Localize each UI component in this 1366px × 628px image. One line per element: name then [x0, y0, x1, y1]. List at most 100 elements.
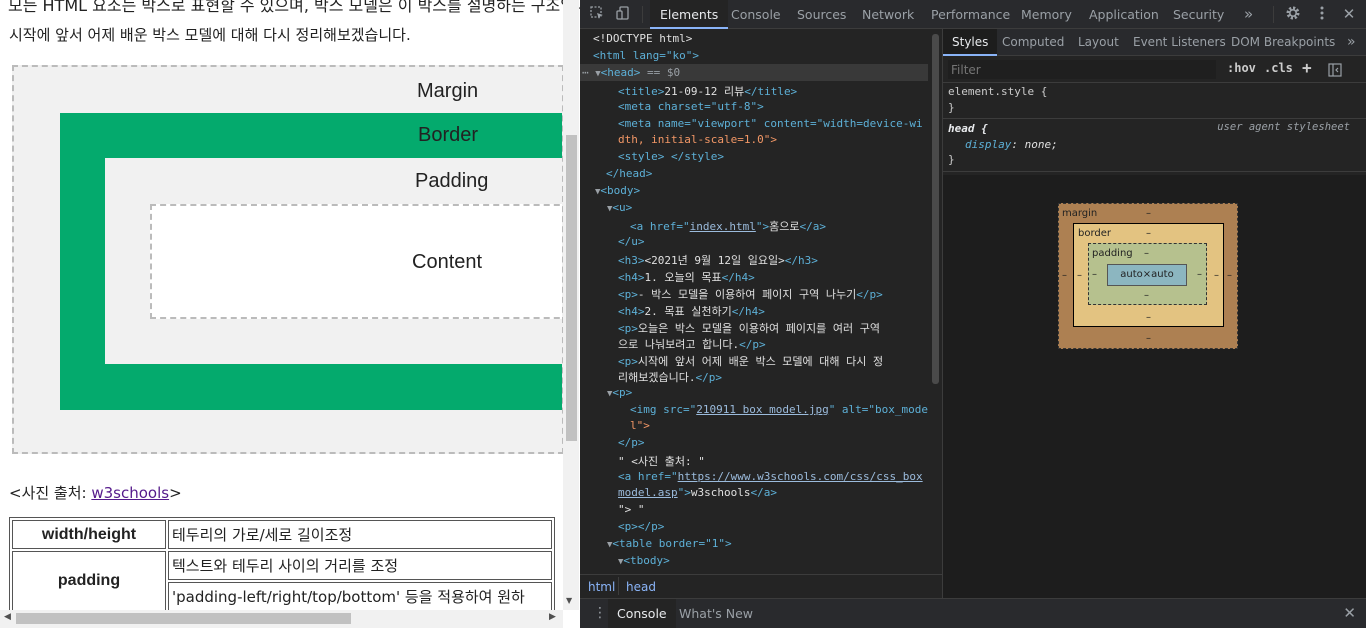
dom-node-p-2-cont: 으로 나눠보려고 합니다.</p>	[618, 338, 766, 351]
kebab-menu-icon[interactable]	[1313, 5, 1331, 23]
horizontal-scroll-thumb[interactable]	[16, 613, 351, 624]
elements-dom-tree: <!DOCTYPE html> <html lang="ko"> ⋯ ▼<hea…	[580, 29, 942, 574]
tab-application[interactable]: Application	[1089, 0, 1159, 29]
dom-node-head-close: </head>	[606, 167, 653, 180]
close-drawer-icon[interactable]: ✕	[1343, 604, 1356, 622]
more-tabs-icon[interactable]: »	[1244, 0, 1253, 29]
tab-layout[interactable]: Layout	[1078, 29, 1119, 56]
dom-node-head[interactable]: ⋯ ▼<head> == $0	[582, 66, 680, 79]
dom-node-meta-charset[interactable]: <meta charset="utf-8">	[618, 100, 764, 113]
box-model-padding-area: Padding Content	[105, 158, 562, 364]
tab-network[interactable]: Network	[862, 0, 914, 29]
dom-node-empty-p[interactable]: <p></p>	[618, 520, 664, 533]
tab-event-listeners[interactable]: Event Listeners	[1133, 29, 1226, 56]
dom-node-u-close: </u>	[618, 235, 645, 248]
console-drawer: ⋮ Console What's New ✕	[580, 598, 1366, 628]
w3schools-link[interactable]: w3schools	[91, 484, 169, 502]
dom-node-a-w3schools-cont: model.asp">w3schools</a>	[618, 486, 777, 499]
border-label: border	[1078, 228, 1112, 239]
tab-elements[interactable]: Elements	[650, 0, 729, 29]
dom-node-p-3[interactable]: <p>시작에 앞서 어제 배운 박스 모델에 대해 다시 정	[618, 353, 883, 369]
web-page-viewport: 모든 HTML 요소는 박스로 표현할 수 있으며, 박스 모델은 이 박스를 …	[0, 0, 580, 628]
display-declaration[interactable]: display: none;	[965, 138, 1058, 151]
gear-icon[interactable]	[1284, 5, 1302, 23]
dom-node-h3[interactable]: <h3><2021년 9월 12일 일요일></h3>	[618, 252, 818, 268]
table-cell: 'padding-left/right/top/bottom' 등을 적용하여 …	[168, 582, 552, 611]
dom-node-title[interactable]: <title>21-09-12 리뷰</title>	[618, 83, 797, 99]
dom-node-h4-1[interactable]: <h4>1. 오늘의 목표</h4>	[618, 269, 755, 285]
dom-node-style[interactable]: <style> </style>	[618, 150, 724, 163]
dom-node-h4-2[interactable]: <h4>2. 목표 실천하기</h4>	[618, 303, 765, 319]
source-suffix: >	[169, 484, 182, 502]
tab-performance[interactable]: Performance	[931, 0, 1010, 29]
class-toggle[interactable]: .cls	[1264, 61, 1293, 75]
drawer-tab-whats-new[interactable]: What's New	[679, 599, 753, 628]
tab-dom-breakpoints[interactable]: DOM Breakpoints	[1231, 29, 1335, 56]
vertical-scroll-thumb[interactable]	[566, 135, 577, 441]
dom-node-table[interactable]: ▼<table border="1">	[607, 537, 732, 550]
dom-node-img[interactable]: <img src="210911 box model.jpg" alt="box…	[630, 403, 928, 416]
dom-node-doctype[interactable]: <!DOCTYPE html>	[593, 32, 692, 45]
scroll-right-arrow-icon[interactable]: ▶	[549, 612, 556, 622]
table-row: padding 텍스트와 테두리 사이의 거리를 조정	[12, 551, 552, 611]
styles-tabbar: Styles Computed Layout Event Listeners D…	[943, 29, 1366, 56]
toolbar-divider	[642, 6, 643, 23]
dom-node-html[interactable]: <html lang="ko">	[593, 49, 699, 62]
close-devtools-icon[interactable]: ✕	[1340, 5, 1358, 23]
box-margin-layer[interactable]: margin – – – – border – – – – padding – …	[1058, 203, 1238, 349]
dom-node-u[interactable]: ▼<u>	[607, 201, 632, 214]
margin-left-value: –	[1062, 270, 1067, 281]
device-toggle-icon[interactable]	[614, 5, 632, 23]
dom-node-a-home[interactable]: <a href="index.html">홈으로</a>	[630, 218, 826, 234]
new-style-rule-button[interactable]: +	[1302, 58, 1312, 77]
elements-scroll-thumb[interactable]	[932, 34, 939, 384]
table-row: width/height 테두리의 가로/세로 길이조정	[12, 520, 552, 549]
horizontal-scrollbar[interactable]: ◀ ▶	[0, 610, 563, 628]
tab-sources[interactable]: Sources	[797, 0, 846, 29]
styles-filter-input[interactable]	[948, 60, 1216, 79]
drawer-tab-console[interactable]: Console	[608, 599, 676, 628]
dom-node-meta-viewport[interactable]: <meta name="viewport" content="width=dev…	[618, 117, 923, 130]
inspect-icon[interactable]	[588, 5, 606, 23]
dom-node-p-close: </p>	[618, 436, 645, 449]
scroll-left-arrow-icon[interactable]: ◀	[4, 612, 11, 622]
elements-scrollbar[interactable]	[928, 29, 942, 574]
table-cell: 텍스트와 테두리 사이의 거리를 조정	[168, 551, 552, 580]
box-padding-layer[interactable]: padding – – – – auto×auto	[1088, 243, 1207, 305]
hover-state-toggle[interactable]: :hov	[1227, 61, 1256, 75]
scroll-down-arrow-icon[interactable]: ▼	[566, 596, 572, 605]
drawer-menu-icon[interactable]: ⋮	[593, 605, 607, 621]
tab-memory[interactable]: Memory	[1021, 0, 1072, 29]
dom-text-node[interactable]: " <사진 출처: "	[618, 453, 705, 469]
dom-node-p-2[interactable]: <p>오늘은 박스 모델을 이용하여 페이지를 여러 구역	[618, 320, 880, 336]
breadcrumb-head[interactable]: head	[626, 580, 656, 594]
clipped-paragraph: 모든 HTML 요소는 박스로 표현할 수 있으며, 박스 모델은 이 박스를 …	[8, 0, 580, 15]
vertical-scrollbar[interactable]: ▼	[563, 0, 579, 610]
dom-node-tbody[interactable]: ▼<tbody>	[618, 554, 670, 567]
dom-text-node[interactable]: "> "	[618, 503, 645, 516]
content-label: Content	[412, 251, 483, 273]
toggle-sidebar-icon[interactable]	[1328, 62, 1342, 81]
tab-styles[interactable]: Styles	[943, 29, 998, 56]
padding-label: padding	[1092, 248, 1133, 259]
dom-node-p-1[interactable]: <p>- 박스 모델을 이용하여 페이지 구역 나누기</p>	[618, 286, 883, 302]
dom-node-p-img[interactable]: ▼<p>	[607, 386, 632, 399]
css-property-table: width/height 테두리의 가로/세로 길이조정 padding 텍스트…	[9, 517, 555, 614]
more-tabs-icon[interactable]: »	[1347, 29, 1356, 56]
dom-node-a-w3schools[interactable]: <a href="https://www.w3schools.com/css/c…	[618, 470, 923, 483]
box-model-diagram-area: margin – – – – border – – – – padding – …	[943, 175, 1366, 598]
element-style-selector[interactable]: element.style {	[948, 85, 1047, 98]
box-content-dimensions[interactable]: auto×auto	[1107, 264, 1187, 286]
dom-node-body[interactable]: ▼<body>	[595, 184, 640, 197]
breadcrumb-html[interactable]: html	[588, 580, 615, 594]
box-border-layer[interactable]: border – – – – padding – – – – auto×auto	[1073, 223, 1224, 327]
devtools-toolbar: Elements Console Sources Network Perform…	[580, 0, 1366, 29]
tab-console[interactable]: Console	[731, 0, 781, 29]
rule-separator	[943, 171, 1366, 172]
margin-top-value: –	[1146, 208, 1151, 219]
box-model-image: Margin Border Padding Content	[12, 65, 564, 454]
head-selector[interactable]: head {	[948, 122, 988, 135]
tab-security[interactable]: Security	[1173, 0, 1224, 29]
tab-computed[interactable]: Computed	[1002, 29, 1064, 56]
table-cell: 테두리의 가로/세로 길이조정	[168, 520, 552, 549]
